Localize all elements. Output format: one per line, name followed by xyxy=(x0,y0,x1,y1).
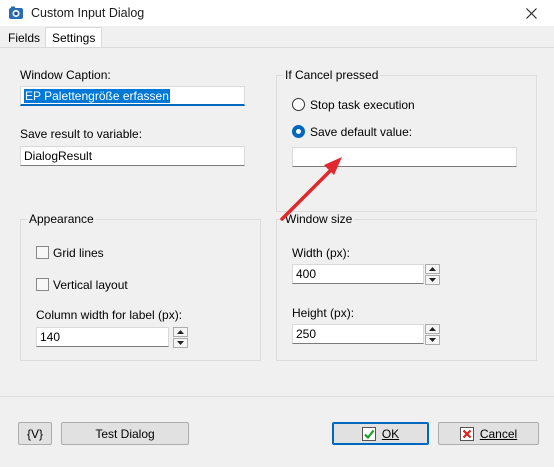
width-label: Width (px): xyxy=(292,246,351,260)
spin-down-button[interactable] xyxy=(425,335,440,345)
spin-up-button[interactable] xyxy=(425,264,440,274)
checkmark-icon xyxy=(361,426,376,441)
title-bar: Custom Input Dialog xyxy=(0,0,554,26)
appearance-group: Appearance Grid lines Vertical layout Co… xyxy=(20,212,261,361)
tab-settings[interactable]: Settings xyxy=(45,27,103,48)
ok-button[interactable]: OK xyxy=(332,422,429,445)
arrow-up-icon xyxy=(429,327,436,331)
arrow-down-icon xyxy=(177,341,184,345)
save-default-label[interactable]: Save default value: xyxy=(310,125,412,139)
cancel-group: If Cancel pressed Stop task execution Sa… xyxy=(276,68,537,212)
window-size-group-title: Window size xyxy=(283,212,355,226)
window-size-group: Window size Width (px): 400 Height (px):… xyxy=(276,212,537,361)
close-button[interactable] xyxy=(508,0,554,26)
arrow-up-icon xyxy=(177,330,184,334)
save-result-input[interactable]: DialogResult xyxy=(20,146,245,166)
spin-down-button[interactable] xyxy=(425,275,440,285)
variable-button[interactable]: {V} xyxy=(18,422,52,445)
grid-lines-checkbox[interactable] xyxy=(36,246,49,259)
height-input[interactable]: 250 xyxy=(292,324,424,344)
width-spinner[interactable] xyxy=(425,264,441,286)
column-width-spinner[interactable] xyxy=(173,327,189,349)
spin-up-button[interactable] xyxy=(425,324,440,334)
vertical-layout-checkbox[interactable] xyxy=(36,278,49,291)
close-icon xyxy=(525,7,537,19)
cancel-x-icon xyxy=(459,426,474,441)
arrow-up-icon xyxy=(429,267,436,271)
arrow-down-icon xyxy=(429,278,436,282)
default-value-input[interactable] xyxy=(292,147,517,167)
vertical-layout-label[interactable]: Vertical layout xyxy=(53,278,128,292)
width-input[interactable]: 400 xyxy=(292,264,424,284)
grid-lines-label[interactable]: Grid lines xyxy=(53,246,104,260)
save-result-label: Save result to variable: xyxy=(20,127,143,141)
column-width-label: Column width for label (px): xyxy=(36,308,183,322)
cancel-button-label: Cancel xyxy=(479,426,518,441)
tab-fields[interactable]: Fields xyxy=(2,29,46,48)
height-spinner[interactable] xyxy=(425,324,441,346)
cancel-button[interactable]: Cancel xyxy=(438,422,539,445)
dialog-button-bar: {V} Test Dialog OK Cancel xyxy=(0,396,554,467)
window-caption-value: EP Palettengröße erfassen xyxy=(24,89,170,103)
spin-down-button[interactable] xyxy=(173,338,188,348)
window-caption-label: Window Caption: xyxy=(20,68,111,82)
column-width-input[interactable]: 140 xyxy=(36,327,169,347)
spin-up-button[interactable] xyxy=(173,327,188,337)
app-icon xyxy=(9,6,23,19)
stop-task-radio[interactable] xyxy=(292,98,305,111)
ok-button-label: OK xyxy=(381,426,400,441)
test-dialog-button[interactable]: Test Dialog xyxy=(61,422,189,445)
save-default-radio[interactable] xyxy=(292,125,305,138)
stop-task-label[interactable]: Stop task execution xyxy=(310,98,415,112)
height-label: Height (px): xyxy=(292,306,355,320)
arrow-down-icon xyxy=(429,338,436,342)
cancel-group-title: If Cancel pressed xyxy=(283,68,381,82)
window-title: Custom Input Dialog xyxy=(31,6,145,20)
tab-strip: Fields Settings xyxy=(0,26,554,48)
settings-panel: Window Caption: EP Palettengröße erfasse… xyxy=(0,47,554,396)
appearance-group-title: Appearance xyxy=(27,212,96,226)
window-caption-input[interactable]: EP Palettengröße erfassen xyxy=(20,86,245,106)
